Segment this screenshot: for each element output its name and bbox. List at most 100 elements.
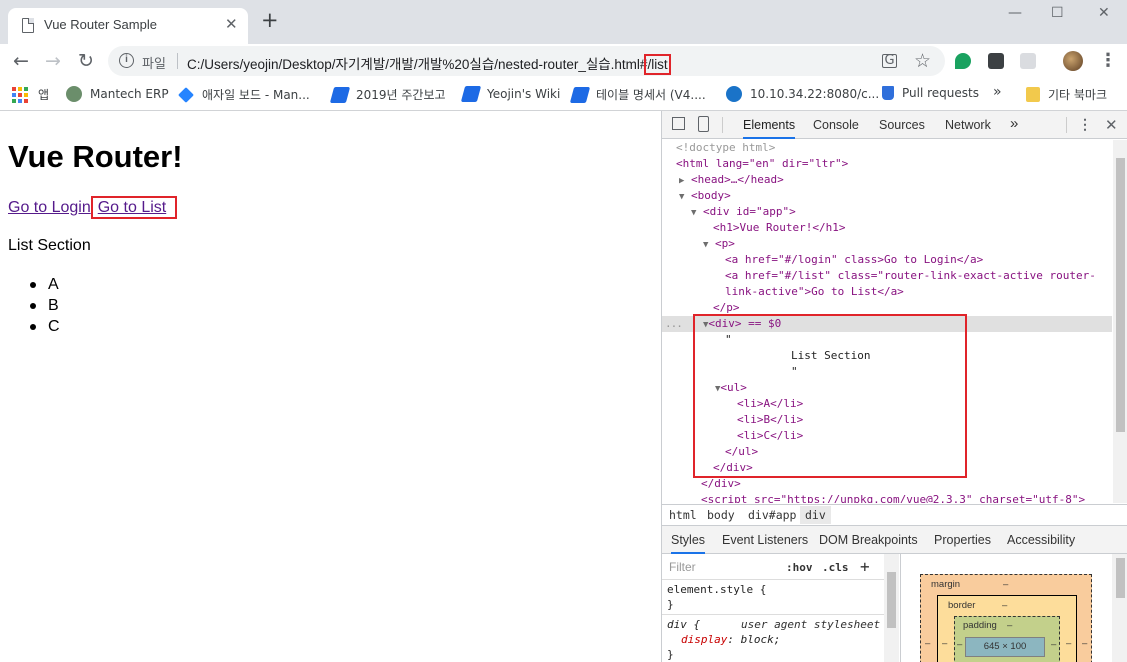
box-model-scrollbar[interactable] (1112, 554, 1127, 662)
collapse-triangle-icon[interactable]: ▼ (691, 208, 696, 218)
tab-properties[interactable]: Properties (934, 533, 991, 547)
dom-scrollbar[interactable] (1113, 140, 1127, 503)
scrollbar-thumb[interactable] (1116, 558, 1125, 598)
minimize-button[interactable]: — (1008, 5, 1022, 21)
element-style-selector[interactable]: element.style { (667, 582, 766, 597)
new-tab-button[interactable]: + (261, 10, 279, 31)
extension-gray-icon[interactable] (1020, 53, 1036, 69)
box-model-content[interactable]: 645 × 100 (965, 637, 1045, 657)
bookmark-label: 2019년 주간보고 (356, 88, 446, 102)
add-rule-button[interactable]: + (860, 557, 870, 576)
box-model-border[interactable]: border – – – padding – – – 645 × 100 (937, 595, 1077, 662)
more-tabs-button[interactable]: » (1010, 115, 1018, 132)
scrollbar-thumb[interactable] (1116, 158, 1125, 432)
hov-toggle[interactable]: :hov (786, 561, 813, 574)
expand-triangle-icon[interactable]: ▶ (679, 176, 684, 186)
bookmark-pull-requests[interactable]: Pull requests (882, 86, 979, 100)
reload-button[interactable]: ↻ (78, 50, 94, 72)
div-rule-close: } (667, 648, 674, 661)
forward-button[interactable]: → (45, 50, 61, 72)
border-value: – (1002, 600, 1008, 611)
browser-tab[interactable]: Vue Router Sample ✕ (8, 8, 248, 44)
crumb-div[interactable]: div (800, 506, 831, 524)
dom-script[interactable]: <script src="https://unpkg.com/vue@2.3.3… (701, 492, 1085, 503)
pull-request-icon (882, 86, 894, 100)
element-style-close: } (667, 598, 674, 611)
back-button[interactable]: ← (13, 50, 29, 72)
box-model-margin[interactable]: margin – – – border – – – padding – – – … (920, 574, 1092, 662)
devtools-panel: Elements Console Sources Network » ⋮ ✕ .… (661, 111, 1127, 662)
tab-console[interactable]: Console (813, 118, 859, 132)
extension-green-icon[interactable] (955, 53, 971, 69)
tab-sources[interactable]: Sources (879, 118, 925, 132)
collapse-triangle-icon[interactable]: ▼ (703, 240, 708, 250)
collapse-triangle-icon[interactable]: ▼ (679, 192, 684, 202)
url-text[interactable]: C:/Users/yeojin/Desktop/자기계발/개발/개발%20실습/… (187, 53, 671, 75)
dom-doctype[interactable]: <!doctype html> (676, 140, 775, 156)
maximize-button[interactable]: ☐ (1051, 5, 1064, 21)
go-to-login-link[interactable]: Go to Login (8, 199, 91, 216)
bookmark-apps[interactable]: 앱 (12, 86, 49, 103)
dom-body-row[interactable]: ▼ <body> (679, 188, 731, 205)
pane-divider[interactable] (900, 554, 901, 662)
devtools-menu-icon[interactable]: ⋮ (1078, 116, 1092, 133)
address-bar[interactable]: i 파일 C:/Users/yeojin/Desktop/자기계발/개발/개발%… (108, 46, 945, 76)
tab-close-button[interactable]: ✕ (225, 15, 238, 33)
div-rule-selector[interactable]: div { (667, 617, 700, 632)
inspect-element-icon[interactable] (672, 117, 685, 130)
rule-declaration[interactable]: display: block; (681, 632, 780, 647)
tab-dom-breakpoints[interactable]: DOM Breakpoints (819, 533, 918, 547)
dom-list-anchor[interactable]: <a href="#/list" class="router-link-exac… (725, 268, 1096, 284)
tab-elements[interactable]: Elements (743, 118, 796, 139)
tab-styles[interactable]: Styles (671, 533, 706, 554)
bookmark-internal-server[interactable]: 10.10.34.22:8080/c... (726, 86, 879, 102)
jira-icon (178, 86, 194, 103)
dom-app-div-close[interactable]: </div> (701, 476, 741, 492)
bookmark-mantech-erp[interactable]: Mantech ERP (66, 86, 169, 102)
chrome-menu-icon[interactable]: ⋮ (1099, 50, 1117, 71)
node-actions-ellipsis[interactable]: ... (665, 316, 683, 332)
tab-event-listeners[interactable]: Event Listeners (722, 533, 808, 547)
dom-body: <body> (691, 189, 731, 202)
dom-app-div-row[interactable]: ▼ <div id="app"> (691, 204, 796, 221)
crumb-html[interactable]: html (669, 508, 697, 522)
go-to-list-link[interactable]: Go to List (90, 196, 178, 219)
extension-dark-icon[interactable] (988, 53, 1004, 69)
confluence-icon (460, 86, 482, 102)
bookmark-star-icon[interactable]: ☆ (914, 50, 931, 72)
window-close-button[interactable]: ✕ (1098, 5, 1110, 21)
styles-divider (662, 579, 884, 580)
styles-filter-input[interactable] (665, 557, 775, 577)
bookmark-weekly-report[interactable]: 2019년 주간보고 (329, 86, 446, 103)
crumb-body[interactable]: body (707, 508, 735, 522)
dom-html[interactable]: <html lang="en" dir="ltr"> (676, 156, 848, 172)
box-model-padding[interactable]: padding – – – 645 × 100 (954, 616, 1060, 662)
dom-h1[interactable]: <h1>Vue Router!</h1> (713, 220, 845, 236)
translate-icon[interactable]: G (882, 54, 897, 68)
devtools-close-icon[interactable]: ✕ (1105, 116, 1118, 134)
browser-toolbar: ← → ↻ i 파일 C:/Users/yeojin/Desktop/자기계발/… (0, 44, 1127, 80)
tabbar-divider (722, 117, 723, 133)
dom-p-row[interactable]: ▼ <p> (703, 236, 735, 253)
styles-divider (662, 614, 884, 615)
bookmark-agile-board[interactable]: 애자일 보드 - Man... (178, 86, 310, 103)
bookmark-table-spec[interactable]: 테이블 명세서 (V4.... (569, 86, 706, 103)
bookmark-yeojins-wiki[interactable]: Yeojin's Wiki (460, 86, 560, 102)
scheme-label: 파일 (142, 57, 166, 72)
tab-accessibility[interactable]: Accessibility (1007, 533, 1075, 547)
dom-list-anchor-cont[interactable]: link-active">Go to List</a> (725, 284, 904, 300)
bookmark-label: 기타 북마크 (1048, 88, 1108, 102)
dom-login-anchor[interactable]: <a href="#/login" class>Go to Login</a> (725, 252, 983, 268)
tab-network[interactable]: Network (945, 118, 991, 132)
crumb-div-app[interactable]: div#app (748, 508, 796, 522)
bookmarks-overflow-button[interactable]: » (993, 84, 1002, 100)
bookmark-other-folder[interactable]: 기타 북마크 (1026, 86, 1107, 103)
profile-avatar[interactable] (1063, 51, 1083, 71)
device-toolbar-icon[interactable] (698, 116, 709, 132)
scrollbar-thumb[interactable] (887, 572, 896, 628)
dom-head-row[interactable]: ▶ <head>…</head> (679, 172, 784, 189)
margin-value: – (1003, 579, 1009, 590)
cls-toggle[interactable]: .cls (822, 561, 849, 574)
styles-scrollbar[interactable] (884, 554, 899, 662)
info-icon[interactable]: i (119, 53, 134, 68)
